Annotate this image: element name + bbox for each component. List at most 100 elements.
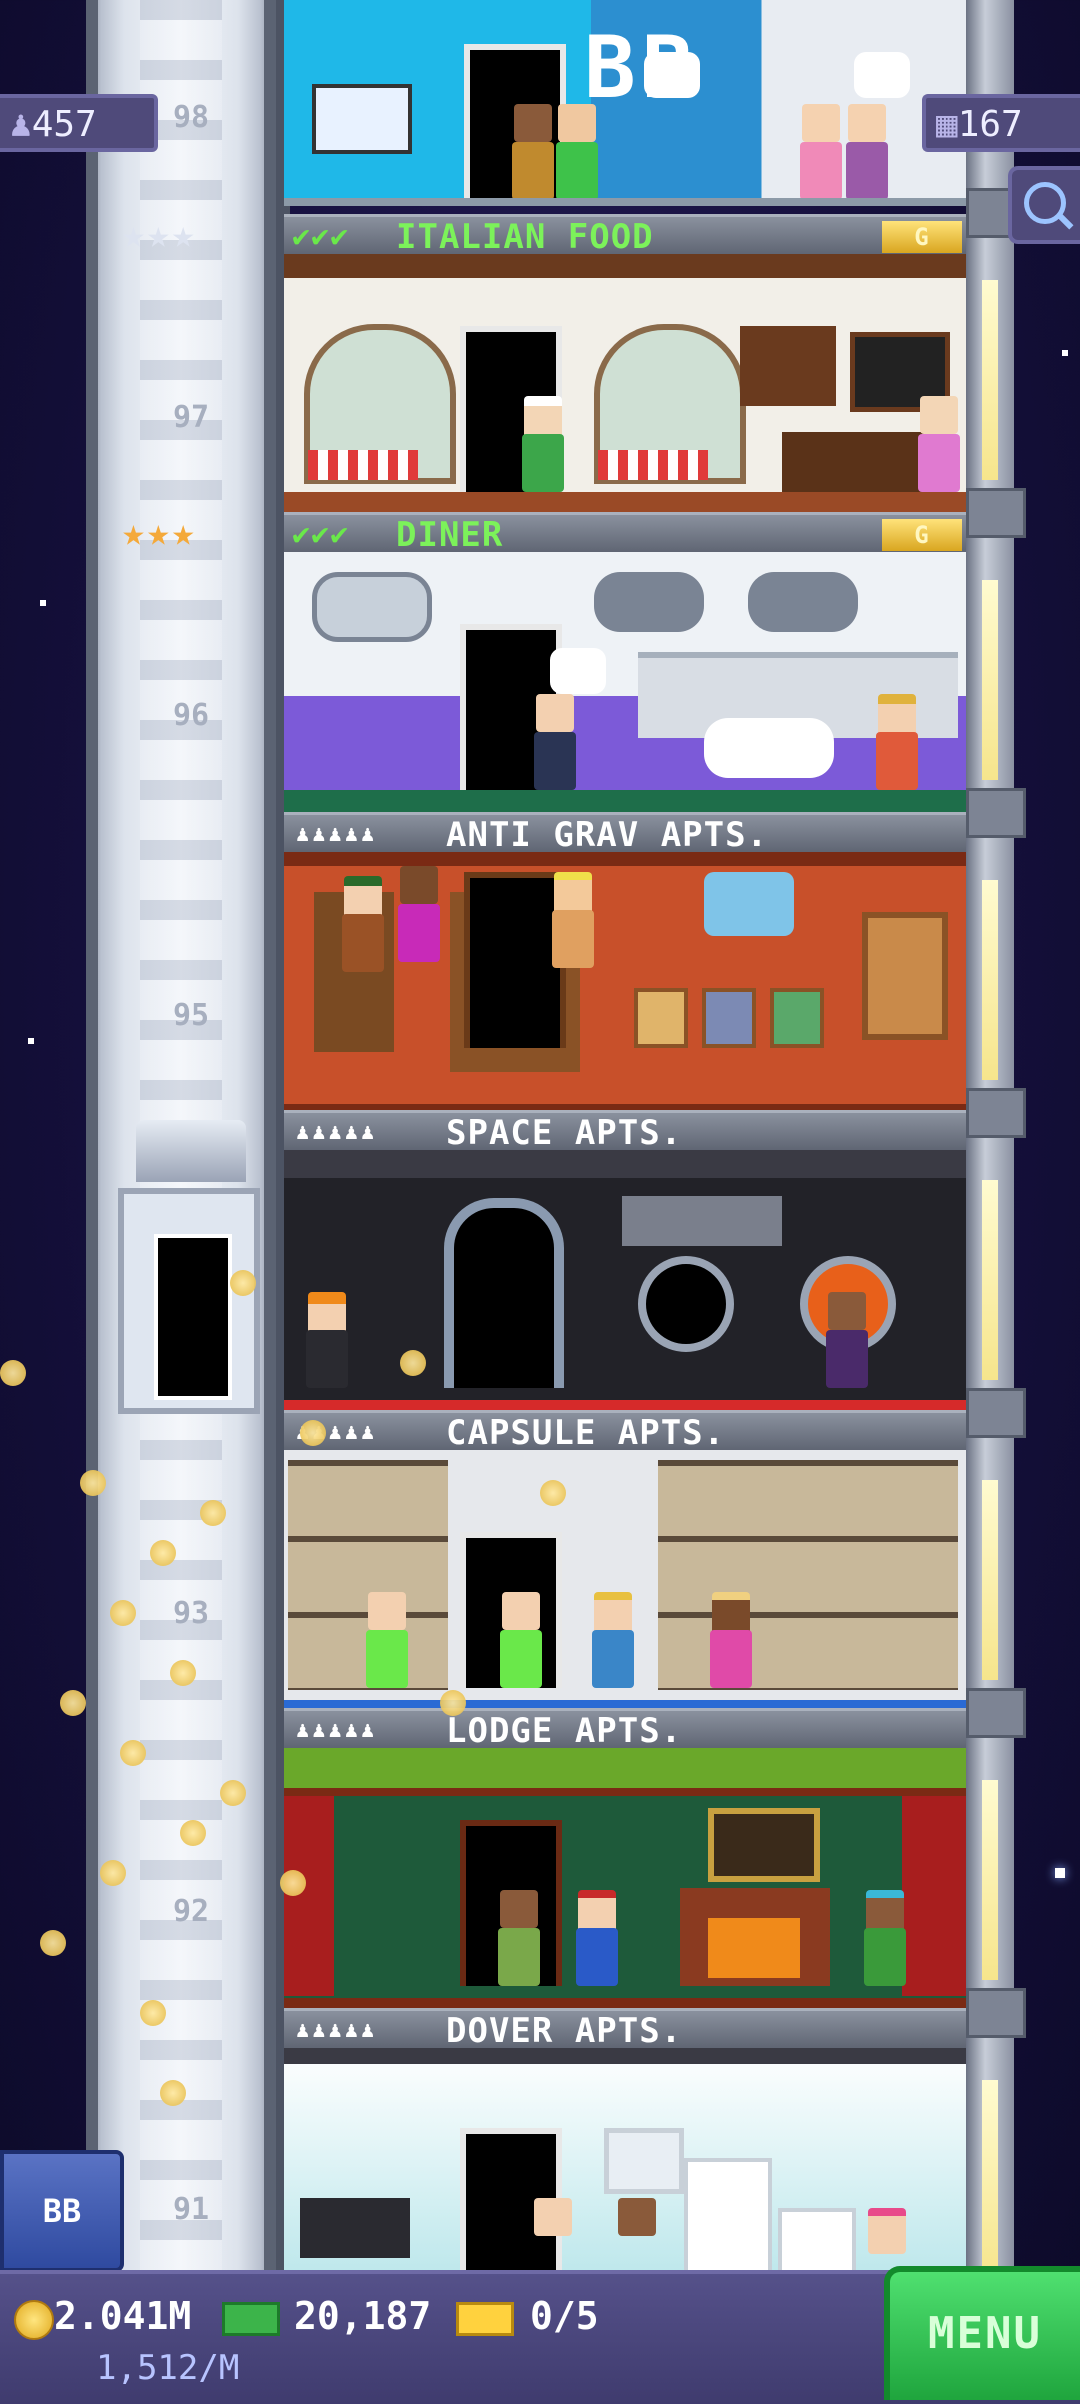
bitizen[interactable]: [864, 2208, 910, 2270]
wall-light: [982, 1180, 998, 1380]
floor-number: 96: [172, 698, 210, 733]
occupancy-icons: ♟♟♟♟♟: [296, 1718, 378, 1743]
bux-icon: [222, 2302, 280, 2336]
coin-burst-particle: [400, 1350, 426, 1376]
floating-bitizen[interactable]: [396, 866, 442, 962]
gold-bar-icon: G: [882, 221, 962, 253]
bitizen[interactable]: [844, 104, 890, 200]
bitizen[interactable]: [554, 104, 600, 200]
floor-label-diner[interactable]: ✔✔✔ DINER G: [284, 512, 966, 555]
wall-light: [982, 880, 998, 1080]
room-anti-grav-apts[interactable]: [284, 852, 966, 1114]
room-italian-food[interactable]: [284, 254, 966, 516]
bitizen[interactable]: [510, 104, 556, 200]
room-diner[interactable]: [284, 552, 966, 814]
wall-light: [982, 1480, 998, 1680]
wall-light: [982, 580, 998, 780]
coin-burst-particle: [60, 1690, 86, 1716]
menu-button[interactable]: MENU: [884, 2266, 1080, 2400]
floor-name: DOVER APTS.: [446, 2011, 683, 2051]
floating-bitizen[interactable]: [340, 876, 386, 972]
floor-label-lodge-apts[interactable]: ♟♟♟♟♟ LODGE APTS.: [284, 1708, 966, 1751]
occupancy-icons: ♟♟♟♟♟: [296, 1120, 378, 1145]
bitizen[interactable]: [530, 2198, 576, 2270]
floor-label-italian-food[interactable]: ✔✔✔ ITALIAN FOOD G: [284, 214, 966, 257]
bitizen[interactable]: [590, 1592, 636, 1688]
floating-bitizen[interactable]: [550, 872, 596, 968]
coin-burst-particle: [40, 1930, 66, 1956]
coin-burst-particle: [170, 1660, 196, 1686]
search-button[interactable]: [1008, 166, 1080, 244]
computer-monitor-icon: [312, 84, 412, 154]
bitizen[interactable]: [496, 1890, 542, 1986]
polar-bear: [704, 718, 834, 778]
wall-bracket: [966, 788, 1026, 838]
bitizen[interactable]: [498, 1592, 544, 1688]
coin-burst-particle: [150, 1540, 176, 1566]
magnifier-handle: [1056, 212, 1074, 230]
elevator-cab[interactable]: [118, 1188, 260, 1414]
person-icon: ♟: [10, 104, 32, 145]
floor-name: CAPSULE APTS.: [446, 1413, 726, 1453]
speech-bubble-icon: [550, 648, 606, 694]
wall-light: [982, 280, 998, 480]
floors-badge[interactable]: ▦167: [922, 94, 1080, 152]
bitizen[interactable]: [824, 1292, 870, 1388]
population-badge[interactable]: ♟457: [0, 94, 158, 152]
background-star: [1055, 1868, 1065, 1878]
floor-label-capsule-apts[interactable]: ♟♟♟♟♟ CAPSULE APTS.: [284, 1410, 966, 1453]
building-icon: ▦: [936, 104, 958, 145]
coin-burst-particle: [540, 1480, 566, 1506]
coin-burst-particle: [230, 1270, 256, 1296]
wall-bracket: [966, 1988, 1026, 2038]
room-space-apts[interactable]: [284, 1150, 966, 1412]
bitizen[interactable]: [862, 1890, 908, 1986]
coin-burst-particle: [100, 1860, 126, 1886]
speech-bubble-icon: [644, 52, 700, 98]
chef-bitizen[interactable]: [520, 396, 566, 492]
room-office-top[interactable]: BB: [284, 0, 966, 206]
coin-burst-particle: [300, 1420, 326, 1446]
bitizen[interactable]: [708, 1592, 754, 1688]
floor-number: 92: [172, 1894, 210, 1929]
rating-stars: ★★★: [122, 212, 197, 256]
occupancy-icons: ♟♟♟♟♟: [296, 2018, 378, 2043]
bitizen[interactable]: [574, 1890, 620, 1986]
coin-burst-particle: [160, 2080, 186, 2106]
bitizen[interactable]: [798, 104, 844, 200]
wall-light: [982, 1780, 998, 1980]
room-lodge-apts[interactable]: [284, 1748, 966, 2010]
coin-burst-particle: [120, 1740, 146, 1766]
bitizen[interactable]: [304, 1292, 350, 1388]
shaft-rail-right: [264, 0, 276, 2270]
wall-bracket: [966, 1088, 1026, 1138]
room-dover-apts[interactable]: [284, 2048, 966, 2270]
bitbook-button[interactable]: BB: [0, 2150, 124, 2272]
floor-label-anti-grav-apts[interactable]: ♟♟♟♟♟ ANTI GRAV APTS.: [284, 812, 966, 855]
floor-number: 93: [172, 1596, 210, 1631]
background-star: [28, 1038, 34, 1044]
coin-burst-particle: [180, 1820, 206, 1846]
floor-label-space-apts[interactable]: ♟♟♟♟♟ SPACE APTS.: [284, 1110, 966, 1153]
bitizen[interactable]: [614, 2198, 660, 2270]
floor-label-dover-apts[interactable]: ♟♟♟♟♟ DOVER APTS.: [284, 2008, 966, 2051]
wall-light: [982, 2080, 998, 2280]
income-rate: 1,512/M: [96, 2348, 240, 2388]
bitizen[interactable]: [916, 396, 962, 492]
coin-burst-particle: [80, 1470, 106, 1496]
coin-burst-particle: [280, 1870, 306, 1896]
coin-burst-particle: [140, 2000, 166, 2026]
coin-balance: 2.041M: [54, 2294, 192, 2338]
room-capsule-apts[interactable]: [284, 1450, 966, 1712]
bitizen[interactable]: [532, 694, 578, 790]
background-star: [1062, 350, 1068, 356]
coin-burst-particle: [0, 1360, 26, 1386]
bitizen[interactable]: [364, 1592, 410, 1688]
coin-burst-particle: [440, 1690, 466, 1716]
occupancy-icons: ♟♟♟♟♟: [296, 822, 378, 847]
gold-bar-icon: G: [882, 519, 962, 551]
floor-number: 95: [172, 998, 210, 1033]
elevator-door: [154, 1234, 232, 1400]
floors-count: 167: [957, 104, 1023, 145]
bitizen[interactable]: [874, 694, 920, 790]
